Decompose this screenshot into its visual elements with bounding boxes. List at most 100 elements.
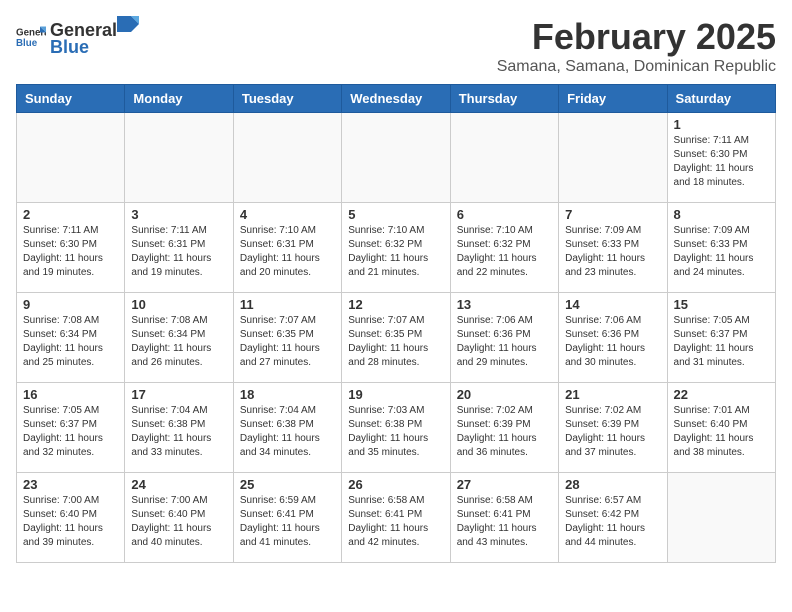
calendar-day-cell: 26Sunrise: 6:58 AM Sunset: 6:41 PM Dayli… [342, 473, 450, 563]
calendar-day-cell: 10 Sunrise: 7:08 AM Sunset: 6:34 PM Dayli… [125, 293, 233, 383]
day-number: 15 [674, 297, 769, 312]
title-area: February 2025 Samana, Samana, Dominican … [497, 16, 776, 76]
logo-icon: General Blue [16, 25, 46, 49]
calendar-week-row: 2 Sunrise: 7:11 AM Sunset: 6:30 PM Daylig… [17, 203, 776, 293]
calendar-day-cell: 8Sunrise: 7:09 AM Sunset: 6:33 PM Daylig… [667, 203, 775, 293]
page-title: February 2025 [497, 16, 776, 58]
calendar-day-cell: 16Sunrise: 7:05 AM Sunset: 6:37 PM Dayli… [17, 383, 125, 473]
day-number: 12 [348, 297, 443, 312]
calendar-day-cell [667, 473, 775, 563]
day-of-week-header: Friday [559, 85, 667, 113]
logo-wordmark: General Blue [50, 16, 139, 58]
calendar-day-cell: 3Sunrise: 7:11 AM Sunset: 6:31 PM Daylig… [125, 203, 233, 293]
day-info: Sunrise: 7:07 AM Sunset: 6:35 PM Dayligh… [348, 314, 443, 370]
day-of-week-header: Sunday [17, 85, 125, 113]
calendar-week-row: 16Sunrise: 7:05 AM Sunset: 6:37 PM Dayli… [17, 383, 776, 473]
day-number: 3 [131, 207, 226, 222]
day-info: Sunrise: 7:01 AM Sunset: 6:40 PM Dayligh… [674, 404, 769, 460]
calendar-day-cell: 13Sunrise: 7:06 AM Sunset: 6:36 PM Dayli… [450, 293, 558, 383]
calendar-day-cell: 27 Sunrise: 6:58 AM Sunset: 6:41 PM Dayli… [450, 473, 558, 563]
day-number: 8 [674, 207, 769, 222]
day-number: 1 [674, 117, 769, 132]
calendar-day-cell: 17 Sunrise: 7:04 AM Sunset: 6:38 PM Dayli… [125, 383, 233, 473]
logo-flag-icon [117, 16, 139, 36]
calendar-day-cell: 24 Sunrise: 7:00 AM Sunset: 6:40 PM Dayli… [125, 473, 233, 563]
day-info: Sunrise: 7:08 AM Sunset: 6:34 PM Dayligh… [23, 314, 118, 370]
calendar-day-cell: 4 Sunrise: 7:10 AM Sunset: 6:31 PM Daylig… [233, 203, 341, 293]
svg-text:Blue: Blue [16, 38, 38, 49]
calendar-day-cell: 25 Sunrise: 6:59 AM Sunset: 6:41 PM Dayli… [233, 473, 341, 563]
calendar-day-cell: 9 Sunrise: 7:08 AM Sunset: 6:34 PM Daylig… [17, 293, 125, 383]
day-of-week-header: Saturday [667, 85, 775, 113]
page-subtitle: Samana, Samana, Dominican Republic [497, 58, 776, 76]
calendar-day-cell: 23 Sunrise: 7:00 AM Sunset: 6:40 PM Dayli… [17, 473, 125, 563]
day-info: Sunrise: 7:10 AM Sunset: 6:32 PM Dayligh… [457, 224, 552, 280]
calendar-day-cell: 5 Sunrise: 7:10 AM Sunset: 6:32 PM Daylig… [342, 203, 450, 293]
day-number: 11 [240, 297, 335, 312]
day-of-week-header: Monday [125, 85, 233, 113]
day-number: 20 [457, 387, 552, 402]
day-info: Sunrise: 7:07 AM Sunset: 6:35 PM Dayligh… [240, 314, 335, 370]
calendar-day-cell: 22 Sunrise: 7:01 AM Sunset: 6:40 PM Dayli… [667, 383, 775, 473]
day-number: 7 [565, 207, 660, 222]
day-info: Sunrise: 7:04 AM Sunset: 6:38 PM Dayligh… [131, 404, 226, 460]
day-info: Sunrise: 7:11 AM Sunset: 6:30 PM Dayligh… [23, 224, 118, 280]
day-number: 19 [348, 387, 443, 402]
day-number: 13 [457, 297, 552, 312]
day-of-week-header: Wednesday [342, 85, 450, 113]
calendar-table: SundayMondayTuesdayWednesdayThursdayFrid… [16, 84, 776, 563]
day-info: Sunrise: 7:03 AM Sunset: 6:38 PM Dayligh… [348, 404, 443, 460]
logo: General Blue General Blue [16, 16, 139, 58]
day-info: Sunrise: 7:10 AM Sunset: 6:32 PM Dayligh… [348, 224, 443, 280]
day-info: Sunrise: 7:00 AM Sunset: 6:40 PM Dayligh… [23, 494, 118, 550]
day-of-week-header: Tuesday [233, 85, 341, 113]
day-info: Sunrise: 7:02 AM Sunset: 6:39 PM Dayligh… [457, 404, 552, 460]
calendar-day-cell [17, 113, 125, 203]
day-info: Sunrise: 7:02 AM Sunset: 6:39 PM Dayligh… [565, 404, 660, 460]
day-number: 23 [23, 477, 118, 492]
day-info: Sunrise: 7:05 AM Sunset: 6:37 PM Dayligh… [674, 314, 769, 370]
day-of-week-header: Thursday [450, 85, 558, 113]
day-number: 25 [240, 477, 335, 492]
day-number: 2 [23, 207, 118, 222]
calendar-day-cell [450, 113, 558, 203]
day-number: 24 [131, 477, 226, 492]
day-info: Sunrise: 6:58 AM Sunset: 6:41 PM Dayligh… [457, 494, 552, 550]
calendar-day-cell [233, 113, 341, 203]
calendar-day-cell: 6 Sunrise: 7:10 AM Sunset: 6:32 PM Daylig… [450, 203, 558, 293]
calendar-day-cell: 2 Sunrise: 7:11 AM Sunset: 6:30 PM Daylig… [17, 203, 125, 293]
day-number: 27 [457, 477, 552, 492]
day-number: 4 [240, 207, 335, 222]
day-number: 14 [565, 297, 660, 312]
calendar-day-cell [559, 113, 667, 203]
day-number: 28 [565, 477, 660, 492]
day-info: Sunrise: 6:59 AM Sunset: 6:41 PM Dayligh… [240, 494, 335, 550]
day-number: 17 [131, 387, 226, 402]
day-info: Sunrise: 7:10 AM Sunset: 6:31 PM Dayligh… [240, 224, 335, 280]
calendar-week-row: 9 Sunrise: 7:08 AM Sunset: 6:34 PM Daylig… [17, 293, 776, 383]
calendar-day-cell: 14 Sunrise: 7:06 AM Sunset: 6:36 PM Dayli… [559, 293, 667, 383]
calendar-day-cell: 21 Sunrise: 7:02 AM Sunset: 6:39 PM Dayli… [559, 383, 667, 473]
day-info: Sunrise: 7:08 AM Sunset: 6:34 PM Dayligh… [131, 314, 226, 370]
day-number: 21 [565, 387, 660, 402]
day-number: 6 [457, 207, 552, 222]
calendar-day-cell: 12 Sunrise: 7:07 AM Sunset: 6:35 PM Dayli… [342, 293, 450, 383]
day-info: Sunrise: 7:00 AM Sunset: 6:40 PM Dayligh… [131, 494, 226, 550]
day-number: 9 [23, 297, 118, 312]
day-number: 5 [348, 207, 443, 222]
calendar-day-cell: 28Sunrise: 6:57 AM Sunset: 6:42 PM Dayli… [559, 473, 667, 563]
calendar-day-cell: 15 Sunrise: 7:05 AM Sunset: 6:37 PM Dayli… [667, 293, 775, 383]
calendar-header-row: SundayMondayTuesdayWednesdayThursdayFrid… [17, 85, 776, 113]
page-header: General Blue General Blue February 2025 … [16, 16, 776, 76]
calendar-day-cell [125, 113, 233, 203]
calendar-day-cell: 19 Sunrise: 7:03 AM Sunset: 6:38 PM Dayli… [342, 383, 450, 473]
calendar-day-cell: 1Sunrise: 7:11 AM Sunset: 6:30 PM Daylig… [667, 113, 775, 203]
calendar-day-cell: 18Sunrise: 7:04 AM Sunset: 6:38 PM Dayli… [233, 383, 341, 473]
calendar-week-row: 1Sunrise: 7:11 AM Sunset: 6:30 PM Daylig… [17, 113, 776, 203]
calendar-day-cell: 11 Sunrise: 7:07 AM Sunset: 6:35 PM Dayli… [233, 293, 341, 383]
day-number: 22 [674, 387, 769, 402]
day-number: 10 [131, 297, 226, 312]
calendar-week-row: 23 Sunrise: 7:00 AM Sunset: 6:40 PM Dayli… [17, 473, 776, 563]
day-info: Sunrise: 6:58 AM Sunset: 6:41 PM Dayligh… [348, 494, 443, 550]
day-info: Sunrise: 7:06 AM Sunset: 6:36 PM Dayligh… [565, 314, 660, 370]
